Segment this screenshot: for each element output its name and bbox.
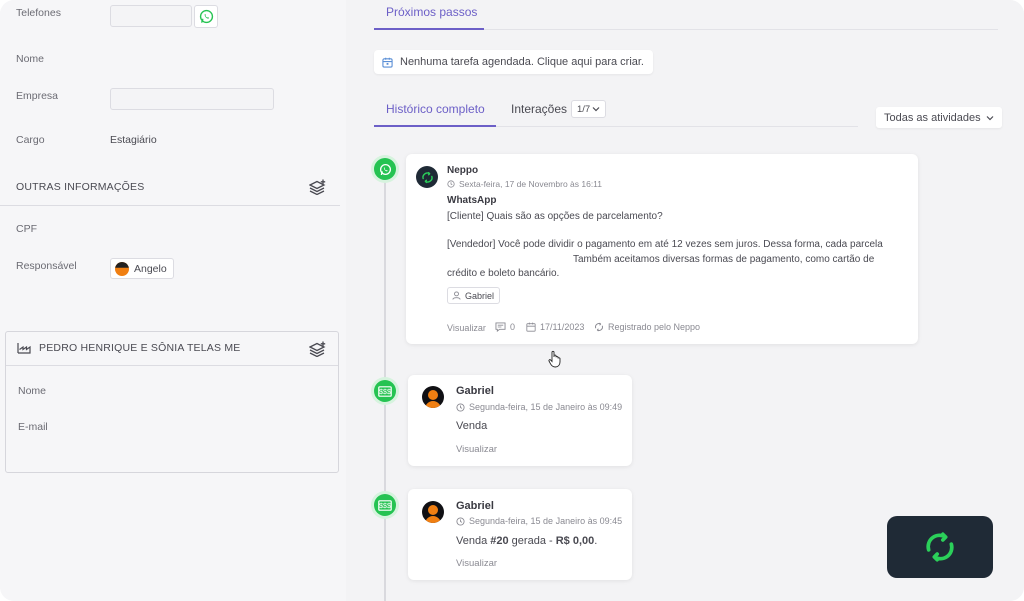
view-link[interactable]: Visualizar [447,323,486,333]
sale-text-mid: gerada - [508,535,556,547]
responsible-label: Responsável [16,260,77,272]
company-name-label: Nome [18,385,47,397]
hand-cursor-icon [548,350,561,368]
activity-filter-select[interactable]: Todas as atividades [876,107,1002,128]
card-author: Neppo [447,165,479,176]
timeline-whatsapp-marker [374,158,396,180]
company-card: PEDRO HENRIQUE E SÔNIA TELAS ME Nome E-m… [5,331,339,473]
timeline-sale-marker: $$$ [374,380,396,402]
timeline-sale-marker: $$$ [374,494,396,516]
date-meta: 17/11/2023 [526,322,584,332]
calendar-icon [526,322,536,332]
svg-text:$$$: $$$ [379,503,391,510]
filter-label: Todas as atividades [884,111,981,124]
registered-text: Registrado pelo Neppo [608,322,701,332]
clock-icon [447,180,455,188]
name-label: Nome [16,53,45,65]
role-label: Cargo [16,134,45,146]
card-time-text: Sexta-feira, 17 de Novembro às 16:11 [459,179,603,189]
contact-details-panel: Telefones Nome Empresa Cargo Estagiário … [0,0,346,601]
responsible-chip[interactable]: Angelo [110,258,174,279]
role-value: Estagiário [110,134,157,146]
avatar [422,501,444,523]
whatsapp-icon [379,163,391,175]
card-divider [6,365,338,366]
sale-text: Venda #20 gerada - R$ 0,00. [456,535,597,547]
tabs-divider [496,126,858,127]
tab-underline [374,28,484,30]
sale-activity-card [408,375,632,466]
company-email-label: E-mail [18,421,48,433]
comments-count[interactable]: 0 [495,322,515,332]
company-label: Empresa [16,90,59,102]
other-info-title: OUTRAS INFORMAÇÕES [16,181,145,193]
card-timestamp: Segunda-feira, 15 de Janeiro às 09:49 [456,402,622,412]
tag-label: Gabriel [465,290,495,301]
view-link[interactable]: Visualizar [456,558,497,569]
company-card-title: PEDRO HENRIQUE E SÔNIA TELAS ME [39,342,241,354]
factory-icon [17,343,31,354]
whatsapp-icon [199,9,213,24]
add-layer-icon[interactable] [309,179,327,195]
comment-icon [495,322,506,332]
view-link[interactable]: Visualizar [456,444,497,455]
registered-by: Registrado pelo Neppo [594,322,700,332]
avatar [115,261,129,276]
phones-label: Telefones [16,7,61,19]
card-timestamp: Sexta-feira, 17 de Novembro às 16:11 [447,179,602,189]
card-timestamp: Segunda-feira, 15 de Janeiro às 09:45 [456,516,622,526]
company-input[interactable] [110,88,274,110]
tab-interactions[interactable]: Interações [511,102,567,116]
chevron-down-icon [986,115,994,120]
calendar-icon [382,57,393,68]
card-channel: WhatsApp [447,195,497,206]
cpf-label: CPF [16,223,37,235]
neppo-logo-icon [926,532,954,562]
app-frame: Telefones Nome Empresa Cargo Estagiário … [0,0,1024,601]
interactions-count-badge[interactable]: 1/7 [571,100,607,118]
svg-text:$$$: $$$ [379,389,391,396]
section-divider [0,205,340,206]
neppo-logo-icon [421,171,433,183]
comments-number: 0 [510,322,516,332]
card-author: Gabriel [456,385,494,397]
user-tag-chip[interactable]: Gabriel [447,287,501,304]
message-line: crédito e boleto bancário. [447,268,560,279]
tab-underline [374,125,496,127]
sale-number: #20 [490,535,509,547]
phone-input[interactable] [110,5,192,27]
sale-text: Venda [456,420,488,432]
responsible-name: Angelo [134,262,167,275]
card-author: Gabriel [456,500,494,512]
neppo-avatar [416,166,438,188]
date-text: 17/11/2023 [540,322,585,332]
neppo-logo-icon [595,322,603,332]
message-line: [Cliente] Quais são as opções de parcela… [447,211,663,222]
message-line: Também aceitamos diversas formas de paga… [573,254,875,265]
card-time-text: Segunda-feira, 15 de Janeiro às 09:45 [469,516,623,526]
tab-next-steps[interactable]: Próximos passos [386,5,477,19]
sale-text-prefix: Venda [456,535,491,547]
clock-icon [456,516,465,526]
money-icon: $$$ [378,499,392,511]
clock-icon [456,402,465,412]
neppo-launcher-button[interactable] [887,516,993,578]
sale-text-suffix: . [594,535,598,547]
message-line: [Vendedor] Você pode dividir o pagamento… [447,239,883,250]
tab-history[interactable]: Histórico completo [386,102,485,116]
avatar [422,386,444,408]
sale-value: R$ 0,00 [555,535,595,547]
card-time-text: Segunda-feira, 15 de Janeiro às 09:49 [469,402,623,412]
add-layer-icon[interactable] [309,341,327,357]
tabs-divider [484,29,998,30]
user-icon [452,291,461,300]
whatsapp-button[interactable] [194,5,218,28]
interactions-count: 1/7 [577,103,591,115]
money-icon: $$$ [378,385,392,397]
chevron-down-icon [592,107,600,112]
no-task-text: Nenhuma tarefa agendada. Clique aqui par… [400,56,644,68]
no-task-banner[interactable]: Nenhuma tarefa agendada. Clique aqui par… [374,50,653,74]
